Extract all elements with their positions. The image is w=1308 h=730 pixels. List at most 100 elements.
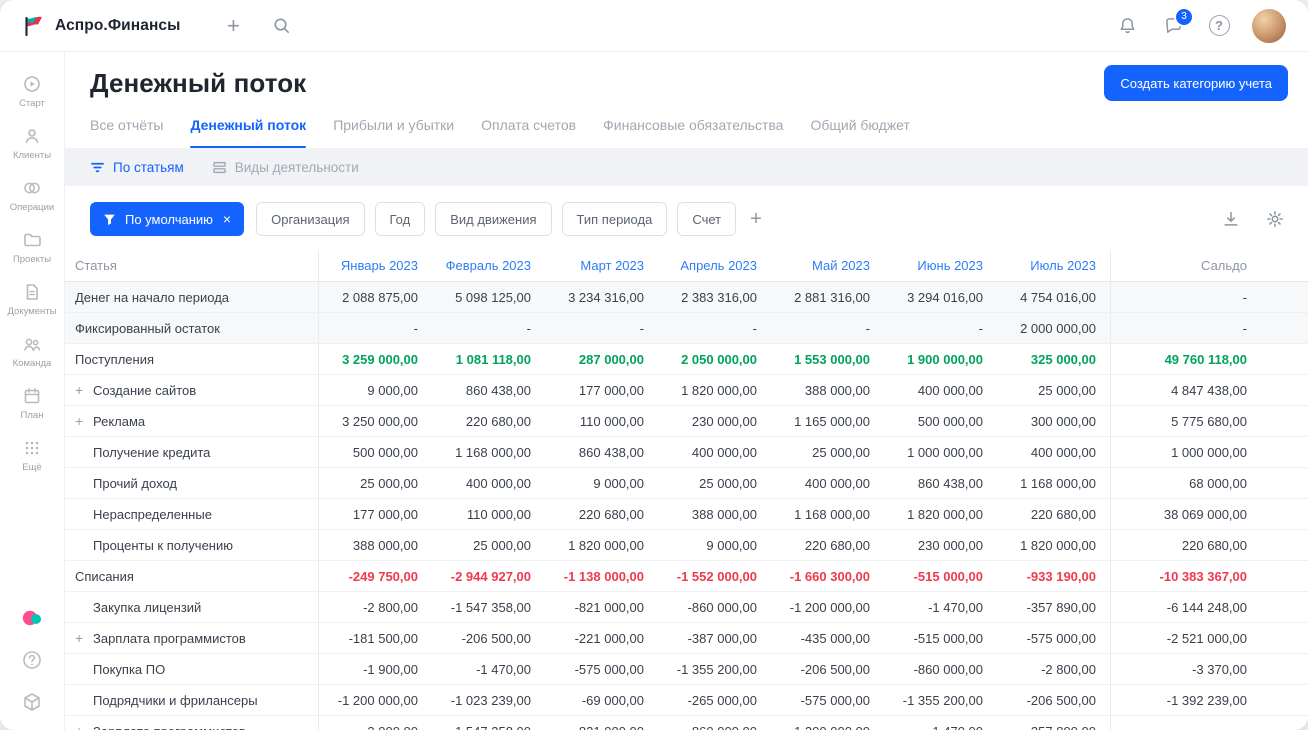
cell-value: -1 200 000,00	[789, 599, 870, 615]
filter-chip[interactable]: Вид движения	[435, 202, 552, 236]
column-header[interactable]: Апрель 2023	[658, 250, 771, 281]
add-filter-button[interactable]: +	[750, 209, 762, 229]
cell-value: 860 438,00	[578, 444, 644, 460]
sidebar-item-start[interactable]: Старт	[0, 66, 64, 118]
chat-icon[interactable]: 3	[1160, 8, 1192, 39]
table-row[interactable]: Проценты к получению 388 000,00 25 000,00 1…	[65, 530, 1308, 561]
filter-chip[interactable]: Организация	[256, 202, 365, 236]
clear-filter-icon[interactable]: ×	[223, 211, 231, 227]
cell-value: -206 500,00	[1026, 692, 1096, 708]
cell-value: -1 200 000,00	[337, 692, 418, 708]
row-label-cell: Фиксированный остаток	[65, 313, 319, 343]
report-tabs: Все отчёты Денежный поток Прибыли и убытки…	[65, 110, 1308, 148]
sidebar-item-clients[interactable]: Клиенты	[0, 118, 64, 170]
app-shortcut-icon[interactable]	[20, 606, 44, 630]
report-tab[interactable]: Денежный поток	[190, 110, 306, 148]
sidebar-item-projects[interactable]: Проекты	[0, 222, 64, 274]
projects-icon	[22, 230, 42, 250]
expand-icon[interactable]: +	[75, 724, 93, 730]
sidebar-item-documents[interactable]: Документы	[0, 274, 64, 326]
cell-value: 2 088 875,00	[342, 289, 418, 305]
cell-value: -1 470,00	[884, 716, 997, 730]
quick-add-button[interactable]: +	[220, 13, 246, 39]
settings-gear-icon[interactable]	[1262, 206, 1288, 232]
table-row[interactable]: Закупка лицензий -2 800,00 -1 547 358,00 -8…	[65, 592, 1308, 623]
help-icon[interactable]: ?	[1206, 13, 1232, 39]
app-logo-icon[interactable]	[22, 14, 46, 38]
table-row[interactable]: + Создание сайтов 9 000,00 860 438,00 177 00…	[65, 375, 1308, 406]
cell-value: 230 000,00	[691, 413, 757, 429]
download-icon[interactable]	[1218, 206, 1244, 232]
table-row[interactable]: Списания -249 750,00 -2 944 927,00 -1 138 0…	[65, 561, 1308, 592]
notifications-bell-icon[interactable]	[1114, 13, 1140, 39]
column-header[interactable]: Май 2023	[771, 250, 884, 281]
filter-chip[interactable]: Тип периода	[561, 202, 668, 236]
user-avatar[interactable]	[1252, 8, 1286, 43]
table-row[interactable]: Поступления 3 259 000,00 1 081 118,00 287 0…	[65, 344, 1308, 375]
table-row[interactable]: Денег на начало периода 2 088 875,00 5 098…	[65, 282, 1308, 313]
column-header[interactable]: Июнь 2023	[884, 250, 997, 281]
report-tab[interactable]: Прибыли и убытки	[333, 110, 454, 140]
cell-value: -1 547 358,00	[450, 599, 531, 615]
cell-value: -387 000,00	[687, 630, 757, 646]
column-header[interactable]: Июль 2023	[997, 250, 1110, 281]
cell-value: -3 000,00	[319, 716, 432, 730]
cell-value: 230 000,00	[917, 537, 983, 553]
filter-chip[interactable]: Год	[374, 202, 426, 236]
cell-value: -933 190,00	[1026, 568, 1096, 584]
subtab-label: Виды деятельности	[234, 159, 359, 175]
sidebar-item-team[interactable]: Команда	[0, 326, 64, 378]
subtab-by-articles[interactable]: По статьям	[90, 160, 184, 175]
report-tab[interactable]: Оплата счетов	[481, 110, 576, 140]
expand-icon[interactable]: +	[75, 414, 93, 428]
sidebar-item-more[interactable]: Ещё	[0, 430, 64, 482]
column-header[interactable]: Сальдо	[1110, 250, 1263, 281]
support-icon[interactable]	[20, 648, 44, 672]
report-tab[interactable]: Финансовые обязательства	[603, 110, 783, 140]
sidebar-item-plan[interactable]: План	[0, 378, 64, 430]
more-icon	[22, 438, 42, 458]
brand-name: Аспро.Финансы	[55, 16, 181, 34]
table-row[interactable]: Покупка ПО -1 900,00 -1 470,00 -575 000,00 -…	[65, 654, 1308, 685]
table-row[interactable]: +Зарплата программистов-3 000,00-1 547 3…	[65, 716, 1308, 730]
column-header[interactable]: Январь 2023	[319, 250, 432, 281]
table-row[interactable]: Нераспределенные 177 000,00 110 000,00 220 …	[65, 499, 1308, 530]
filter-preset[interactable]: По умолчанию ×	[90, 202, 245, 236]
table-header: Статья Январь 2023 Февраль 2023 Март 2023 Ап…	[65, 250, 1308, 282]
apps-icon[interactable]	[20, 690, 44, 714]
table-row[interactable]: Фиксированный остаток - - - - - -2 000 000,00-	[65, 313, 1308, 344]
create-category-button[interactable]: Создать категорию учета	[1104, 65, 1288, 101]
search-icon[interactable]	[268, 13, 294, 39]
cell-value: -357 890,00	[997, 716, 1110, 730]
column-header[interactable]: Февраль 2023	[432, 250, 545, 281]
cell-value: 1 820 000,00	[907, 506, 983, 522]
expand-icon[interactable]: +	[75, 383, 93, 397]
table-row[interactable]: Получение кредита 500 000,00 1 168 000,00 8…	[65, 437, 1308, 468]
cell-value: 1 165 000,00	[794, 413, 870, 429]
row-label: Подрядчики и фрилансеры	[93, 692, 258, 708]
column-header[interactable]: Март 2023	[545, 250, 658, 281]
sidebar-item-label: План	[20, 410, 44, 421]
cell-value: 1 553 000,00	[794, 351, 870, 367]
table-body: Денег на начало периода 2 088 875,00 5 098…	[65, 282, 1308, 730]
table-row[interactable]: Прочий доход 25 000,00 400 000,00 9 000,00 2…	[65, 468, 1308, 499]
sidebar-item-operations[interactable]: Операции	[0, 170, 64, 222]
report-tab[interactable]: Все отчёты	[90, 110, 163, 140]
subtab-activity-types[interactable]: Виды деятельности	[212, 160, 359, 175]
table-row[interactable]: + Реклама 3 250 000,00 220 680,00 110 000,00…	[65, 406, 1308, 437]
cell-value: 860 438,00	[465, 382, 531, 398]
column-header[interactable]: Статья	[65, 250, 319, 281]
cell-value: -181 500,00	[348, 630, 418, 646]
cell-value: 2 050 000,00	[681, 351, 757, 367]
table-row[interactable]: + Зарплата программистов -181 500,00 -206 5…	[65, 623, 1308, 654]
cell-value: 1 081 118,00	[455, 351, 531, 367]
report-tab[interactable]: Общий бюджет	[810, 110, 909, 140]
main-content: Денежный поток Создать категорию учета В…	[65, 52, 1308, 730]
expand-icon[interactable]: +	[75, 631, 93, 645]
table-row[interactable]: Подрядчики и фрилансеры -1 200 000,00 -1 0…	[65, 685, 1308, 716]
cell-value: 25 000,00	[360, 475, 418, 491]
cell-value: 5 098 125,00	[455, 289, 531, 305]
filter-chip[interactable]: Счет	[677, 202, 737, 236]
cell-saldo: -	[1110, 282, 1263, 312]
sidebar-item-label: Ещё	[22, 462, 42, 473]
